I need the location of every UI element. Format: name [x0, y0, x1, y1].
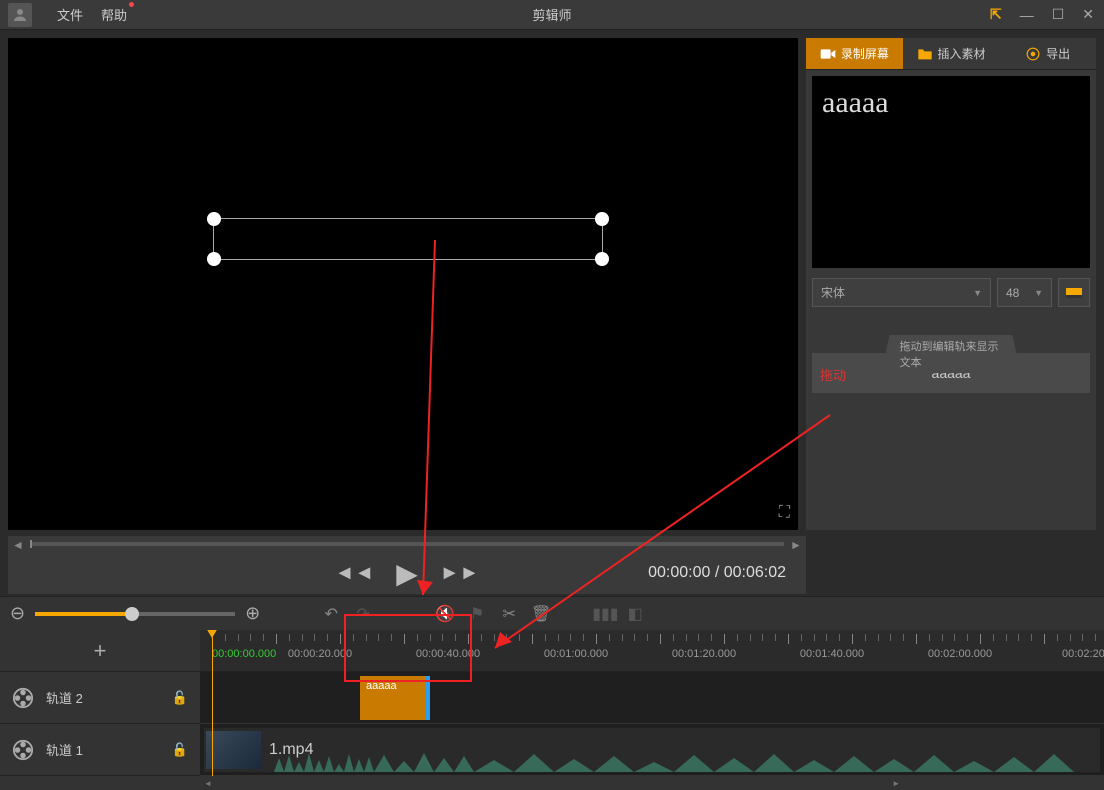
text-overlay-box[interactable]: [213, 218, 603, 260]
menu-file[interactable]: 文件: [57, 5, 83, 24]
app-title: 剪辑师: [532, 5, 571, 24]
popout-button[interactable]: ⇱: [990, 6, 1002, 23]
resize-handle-tr[interactable]: [595, 212, 609, 226]
export-icon: [1025, 47, 1041, 61]
ruler-label: 00:02:00.000: [928, 648, 992, 660]
text-input-area[interactable]: aaaaa: [812, 76, 1090, 268]
ruler-label: 00:02:20.0: [1062, 648, 1104, 660]
playhead[interactable]: [212, 630, 213, 776]
close-button[interactable]: ✕: [1082, 6, 1094, 23]
maximize-button[interactable]: ☐: [1052, 6, 1065, 23]
minimize-button[interactable]: —: [1020, 7, 1034, 23]
resize-handle-tl[interactable]: [207, 212, 221, 226]
video-preview[interactable]: ⛶: [8, 38, 798, 530]
text-input-value: aaaaa: [822, 86, 1080, 120]
ruler-label: 00:00:20.000: [288, 648, 352, 660]
track-2[interactable]: aaaaa: [200, 672, 1104, 724]
ruler-start: 00:00:00.000: [212, 648, 276, 660]
waveform-icon: [274, 750, 1074, 772]
font-size-select[interactable]: 48 ▼: [997, 278, 1052, 307]
zoom-handle[interactable]: [125, 607, 139, 621]
zoom-out-button[interactable]: ⊖: [10, 603, 25, 624]
tab-export[interactable]: 导出: [999, 38, 1096, 70]
time-ruler[interactable]: 00:00:00.000 00:00:20.000 00:00:40.000 00:…: [200, 630, 1104, 672]
user-avatar[interactable]: [8, 3, 32, 27]
play-button[interactable]: ▶: [396, 557, 418, 590]
clip-label: aaaaa: [366, 680, 397, 692]
timecode-display: 00:00:00 / 00:06:02: [648, 564, 786, 582]
flag-button[interactable]: ⚑: [466, 604, 488, 624]
reel-icon: [12, 739, 34, 761]
main-menu: 文件 帮助: [57, 5, 127, 24]
font-color-picker[interactable]: [1058, 278, 1090, 307]
track-1-label: 轨道 1: [46, 740, 83, 759]
reel-icon: [12, 687, 34, 709]
ruler-label: 00:01:40.000: [800, 648, 864, 660]
level-button[interactable]: ◧: [624, 604, 646, 624]
chevron-down-icon: ▼: [1034, 288, 1043, 298]
font-size-value: 48: [1006, 286, 1019, 300]
undo-button[interactable]: ↶: [320, 604, 342, 624]
fullscreen-icon[interactable]: ⛶: [779, 504, 790, 522]
tab-insert-media[interactable]: 插入素材: [903, 38, 1000, 70]
resize-handle-br[interactable]: [595, 252, 609, 266]
chevron-down-icon: ▼: [973, 288, 982, 298]
tracks-area[interactable]: 00:00:00.000 00:00:20.000 00:00:40.000 00:…: [200, 630, 1104, 776]
scrub-track[interactable]: [30, 542, 784, 546]
tab-export-label: 导出: [1046, 45, 1070, 62]
mute-button[interactable]: 🔇: [434, 604, 456, 624]
delete-button[interactable]: 🗑: [530, 604, 552, 624]
scrub-bar: ◄ ►: [8, 536, 806, 552]
redo-button[interactable]: ↷: [352, 604, 374, 624]
user-icon: [11, 6, 29, 24]
ruler-label: 00:01:00.000: [544, 648, 608, 660]
camera-icon: [820, 47, 836, 61]
track-head-1[interactable]: 轨道 1 🔓: [0, 724, 200, 776]
menu-help[interactable]: 帮助: [101, 5, 127, 24]
side-panel: 录制屏幕 插入素材 导出 aaaaa 宋体 ▼ 48 ▼: [806, 38, 1096, 530]
video-clip[interactable]: 1.mp4: [204, 728, 1100, 772]
tab-record-screen[interactable]: 录制屏幕: [806, 38, 903, 70]
eq-button[interactable]: ▮▮▮: [592, 604, 614, 624]
folder-icon: [917, 47, 933, 61]
timeline: + 轨道 2 🔓 轨道 1 🔓 00:00:00.000 00:00:20.00…: [0, 630, 1104, 776]
titlebar: 文件 帮助 剪辑师 ⇱ — ☐ ✕: [0, 0, 1104, 30]
prev-button[interactable]: ◄◄: [335, 562, 375, 585]
track-head-2[interactable]: 轨道 2 🔓: [0, 672, 200, 724]
tab-media-label: 插入素材: [938, 45, 986, 62]
ruler-label: 00:01:20.000: [672, 648, 736, 660]
drag-to-timeline-zone[interactable]: 拖动到编辑轨来显示文本 拖动 aaaaa: [812, 353, 1090, 393]
track-2-label: 轨道 2: [46, 688, 83, 707]
zoom-in-button[interactable]: ⊕: [245, 603, 260, 624]
resize-handle-bl[interactable]: [207, 252, 221, 266]
lock-icon[interactable]: 🔓: [172, 742, 188, 758]
transport-controls: ◄◄ ▶ ►► 00:00:00 / 00:06:02: [8, 552, 806, 594]
add-track-button[interactable]: +: [0, 630, 200, 672]
tab-record-label: 录制屏幕: [841, 45, 889, 62]
font-family-value: 宋体: [821, 284, 845, 301]
zoom-toolbar: ⊖ ⊕ ↶ ↷ 🔇 ⚑ ✂ 🗑 ▮▮▮ ◧: [0, 596, 1104, 630]
text-clip[interactable]: aaaaa: [360, 676, 430, 720]
window-controls: ⇱ — ☐ ✕: [990, 6, 1094, 23]
zoom-slider[interactable]: [35, 612, 235, 616]
ruler-label: 00:00:40.000: [416, 648, 480, 660]
step-back-button[interactable]: ◄: [12, 538, 24, 550]
clip-thumbnail: [206, 731, 261, 769]
drag-annotation: 拖动: [820, 365, 846, 384]
drag-hint-label: 拖动到编辑轨来显示文本: [882, 335, 1021, 373]
lock-icon[interactable]: 🔓: [172, 690, 188, 706]
timeline-scrollbar[interactable]: [0, 776, 1104, 790]
track-1[interactable]: 1.mp4: [200, 724, 1104, 776]
color-swatch-icon: [1066, 288, 1082, 298]
clip-edge[interactable]: [426, 676, 430, 720]
next-button[interactable]: ►►: [440, 562, 480, 585]
cut-button[interactable]: ✂: [498, 604, 520, 624]
font-family-select[interactable]: 宋体 ▼: [812, 278, 991, 307]
step-forward-button[interactable]: ►: [790, 538, 802, 550]
